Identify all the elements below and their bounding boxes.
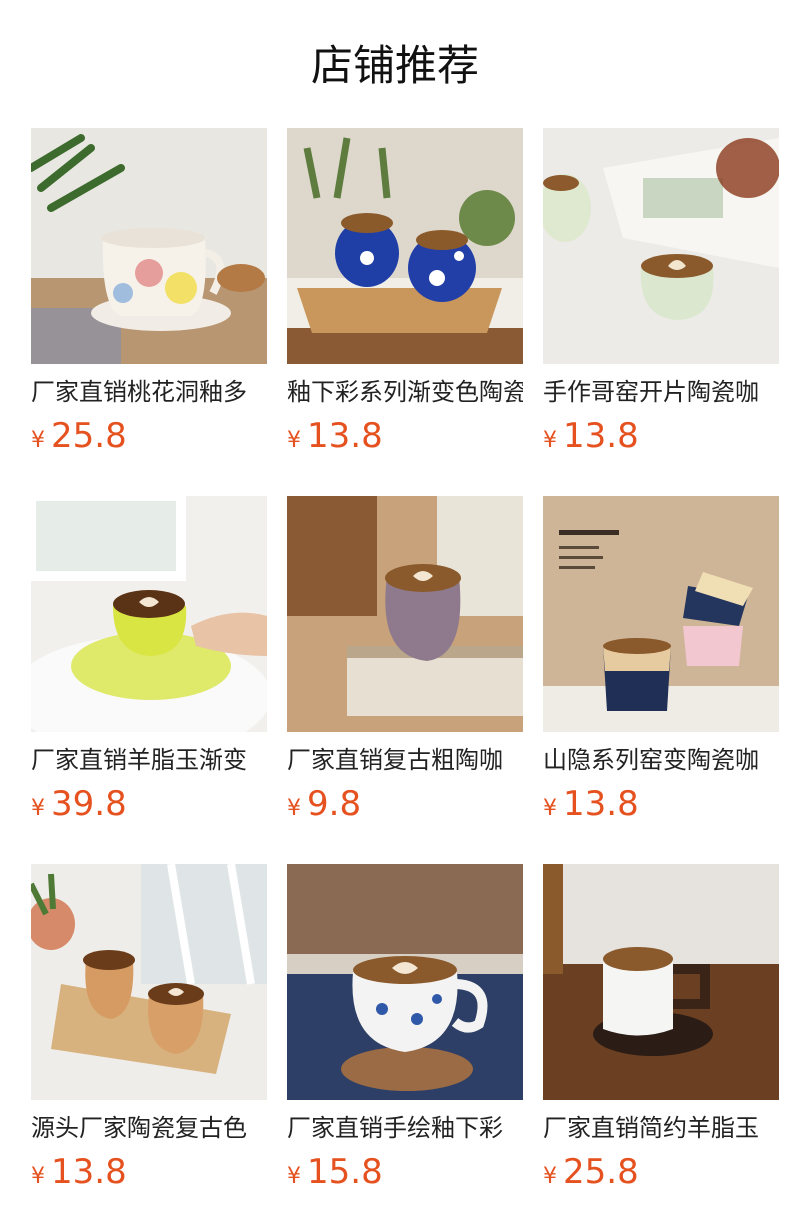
- currency-symbol: ¥: [543, 428, 557, 453]
- product-price: ¥13.8: [31, 1150, 127, 1194]
- product-name[interactable]: 厂家直销简约羊脂玉: [543, 1111, 779, 1145]
- product-image[interactable]: [287, 864, 523, 1100]
- product-card[interactable]: 釉下彩系列渐变色陶瓷 ¥13.8: [287, 128, 523, 468]
- product-price: ¥15.8: [287, 1150, 383, 1194]
- currency-symbol: ¥: [31, 1164, 45, 1189]
- price-value: 13.8: [51, 1152, 127, 1192]
- product-name[interactable]: 釉下彩系列渐变色陶瓷: [287, 375, 523, 409]
- product-price: ¥9.8: [287, 782, 361, 826]
- price-value: 39.8: [51, 784, 127, 824]
- currency-symbol: ¥: [31, 428, 45, 453]
- product-card[interactable]: 山隐系列窑变陶瓷咖 ¥13.8: [543, 496, 779, 836]
- product-image[interactable]: [31, 128, 267, 364]
- product-price: ¥39.8: [31, 782, 127, 826]
- product-name[interactable]: 厂家直销手绘釉下彩: [287, 1111, 523, 1145]
- product-price: ¥13.8: [543, 782, 639, 826]
- currency-symbol: ¥: [287, 428, 301, 453]
- product-price: ¥13.8: [287, 414, 383, 458]
- price-value: 13.8: [307, 416, 383, 456]
- section-title: 店铺推荐: [310, 41, 479, 90]
- price-value: 9.8: [307, 784, 362, 824]
- price-value: 13.8: [563, 416, 639, 456]
- product-image[interactable]: [31, 496, 267, 732]
- product-price: ¥25.8: [543, 1150, 639, 1194]
- currency-symbol: ¥: [31, 796, 45, 821]
- price-value: 25.8: [563, 1152, 639, 1192]
- currency-symbol: ¥: [287, 1164, 301, 1189]
- price-value: 13.8: [563, 784, 639, 824]
- product-name[interactable]: 源头厂家陶瓷复古色: [31, 1111, 267, 1145]
- price-value: 15.8: [307, 1152, 383, 1192]
- product-name[interactable]: 厂家直销桃花洞釉多: [31, 375, 267, 409]
- product-card[interactable]: 源头厂家陶瓷复古色 ¥13.8: [31, 864, 267, 1204]
- product-image[interactable]: [31, 864, 267, 1100]
- product-price: ¥13.8: [543, 414, 639, 458]
- product-image[interactable]: [287, 496, 523, 732]
- product-card[interactable]: 厂家直销桃花洞釉多 ¥25.8: [31, 128, 267, 468]
- currency-symbol: ¥: [287, 796, 301, 821]
- product-card[interactable]: 厂家直销简约羊脂玉 ¥25.8: [543, 864, 779, 1204]
- product-image[interactable]: [543, 496, 779, 732]
- currency-symbol: ¥: [543, 796, 557, 821]
- product-image[interactable]: [543, 864, 779, 1100]
- product-name[interactable]: 手作哥窑开片陶瓷咖: [543, 375, 779, 409]
- product-price: ¥25.8: [31, 414, 127, 458]
- product-card[interactable]: 手作哥窑开片陶瓷咖 ¥13.8: [543, 128, 779, 468]
- currency-symbol: ¥: [543, 1164, 557, 1189]
- product-name[interactable]: 厂家直销羊脂玉渐变: [31, 743, 267, 777]
- product-name[interactable]: 山隐系列窑变陶瓷咖: [543, 743, 779, 777]
- product-card[interactable]: 厂家直销手绘釉下彩 ¥15.8: [287, 864, 523, 1204]
- product-image[interactable]: [287, 128, 523, 364]
- product-card[interactable]: 厂家直销复古粗陶咖 ¥9.8: [287, 496, 523, 836]
- product-image[interactable]: [543, 128, 779, 364]
- price-value: 25.8: [51, 416, 127, 456]
- product-card[interactable]: 厂家直销羊脂玉渐变 ¥39.8: [31, 496, 267, 836]
- product-name[interactable]: 厂家直销复古粗陶咖: [287, 743, 523, 777]
